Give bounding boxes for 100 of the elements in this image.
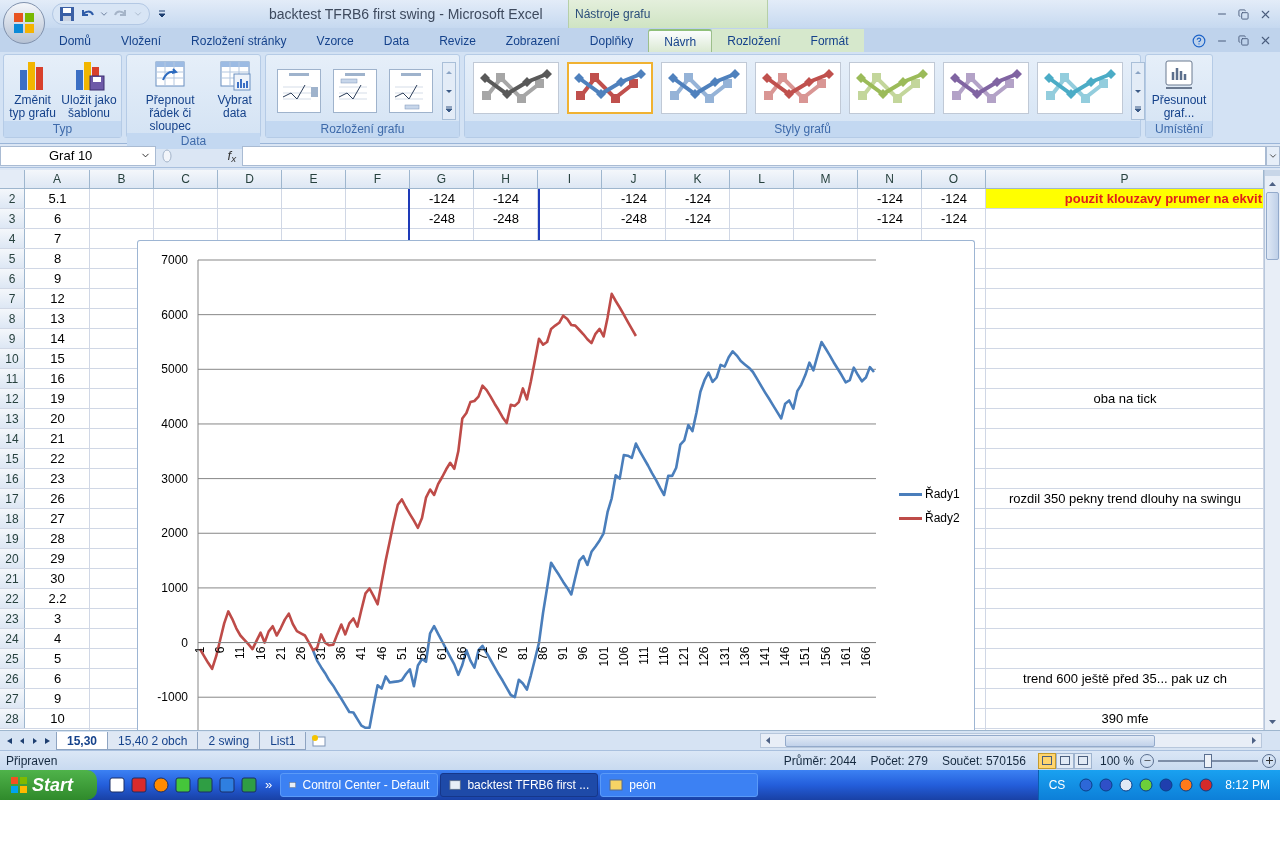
tray-icon[interactable] (1139, 778, 1154, 792)
table-cell[interactable]: -124 (858, 209, 922, 228)
resize-handle-icon[interactable] (162, 148, 172, 163)
table-cell[interactable]: 16 (25, 369, 90, 388)
row-header[interactable]: 25 (0, 649, 25, 668)
zoom-thumb[interactable] (1204, 753, 1212, 768)
tray-icon[interactable] (1099, 778, 1114, 792)
column-header[interactable]: H (474, 170, 538, 189)
table-cell[interactable]: 27 (25, 509, 90, 528)
column-header[interactable]: L (730, 170, 794, 189)
row-header[interactable]: 26 (0, 669, 25, 688)
column-header[interactable]: D (218, 170, 282, 189)
table-cell[interactable]: 8 (25, 249, 90, 268)
row-header[interactable]: 5 (0, 249, 25, 268)
table-cell[interactable]: 5 (25, 649, 90, 668)
customize-toolbar-icon[interactable] (158, 10, 166, 18)
table-cell[interactable]: 9 (25, 689, 90, 708)
column-header[interactable]: I (538, 170, 602, 189)
table-cell[interactable]: -124 (666, 209, 730, 228)
row-header[interactable]: 8 (0, 309, 25, 328)
row-header[interactable]: 20 (0, 549, 25, 568)
table-cell[interactable]: 22 (25, 449, 90, 468)
table-cell[interactable]: -124 (474, 189, 538, 208)
ribbon-button[interactable]: Přesunout graf... (1150, 58, 1208, 120)
ribbon-tab[interactable]: Vzorce (301, 29, 369, 52)
table-cell[interactable]: 29 (25, 549, 90, 568)
note-cell[interactable]: trend 600 ještě před 35... pak uz ch (986, 669, 1264, 688)
table-cell[interactable]: 30 (25, 569, 90, 588)
restore-icon[interactable] (1238, 35, 1249, 46)
chart-style-option[interactable] (943, 62, 1029, 114)
zoom-slider[interactable] (1158, 753, 1258, 768)
row-header[interactable]: 9 (0, 329, 25, 348)
row-header[interactable]: 15 (0, 449, 25, 468)
column-header[interactable]: J (602, 170, 666, 189)
row-header[interactable]: 14 (0, 429, 25, 448)
table-cell[interactable]: -248 (410, 209, 474, 228)
row-header[interactable]: 11 (0, 369, 25, 388)
row-header[interactable]: 27 (0, 689, 25, 708)
sheet-tab[interactable]: 15,30 (56, 731, 109, 750)
row-header[interactable]: 22 (0, 589, 25, 608)
gallery-scroll[interactable] (1131, 62, 1145, 120)
table-cell[interactable]: 10 (25, 709, 90, 728)
table-cell[interactable]: 9 (25, 269, 90, 288)
ribbon-button[interactable]: Změnit typ grafu (8, 58, 57, 120)
row-header[interactable]: 10 (0, 349, 25, 368)
table-cell[interactable]: 2.2 (25, 589, 90, 608)
ribbon-button[interactable]: Přepnout řádek či sloupec (131, 58, 210, 133)
table-cell[interactable]: 4 (25, 629, 90, 648)
table-cell[interactable]: 20 (25, 409, 90, 428)
zoom-level[interactable]: 100 % (1099, 751, 1134, 770)
row-header[interactable]: 19 (0, 529, 25, 548)
table-cell[interactable]: -124 (858, 189, 922, 208)
tray-icon[interactable] (1079, 778, 1094, 792)
app-shortcut-icon[interactable] (109, 777, 125, 793)
taskbar-button[interactable]: backtest TFRB6 first ... (440, 773, 599, 797)
column-header[interactable]: F (346, 170, 410, 189)
table-cell[interactable]: 15 (25, 349, 90, 368)
ribbon-button[interactable]: Vybrat data (213, 58, 256, 120)
tray-icon[interactable] (1179, 778, 1194, 792)
table-cell[interactable]: 7 (25, 229, 90, 248)
chart-style-option[interactable] (567, 62, 653, 114)
row-header[interactable]: 28 (0, 709, 25, 728)
ribbon-button[interactable]: Uložit jako šablonu (61, 58, 117, 120)
row-header[interactable]: 12 (0, 389, 25, 408)
name-box[interactable]: Graf 10 (0, 145, 156, 166)
taskbar-button[interactable]: Control Center - Default (280, 773, 439, 797)
table-cell[interactable]: 6 (25, 669, 90, 688)
column-header[interactable]: P (986, 170, 1264, 189)
row-header[interactable]: 3 (0, 209, 25, 228)
row-header[interactable]: 7 (0, 289, 25, 308)
table-cell[interactable]: -124 (922, 209, 986, 228)
row-header[interactable]: 17 (0, 489, 25, 508)
line-chart[interactable]: -1000 0 1000 2000 3000 4000 5000 6000 7000 1 6 11 16 21 26 31 36 41 46 51 56 61 66 71 76 81 86 91 96 101 106 111 116 121 126 131 136 141 146 151 156 161 166 Řady1 Řady2 (137, 240, 975, 730)
sheet-tab[interactable]: List1 (259, 731, 307, 750)
horizontal-scrollbar[interactable] (760, 733, 1262, 748)
row-header[interactable]: 2 (0, 189, 25, 208)
ribbon-tab[interactable]: Zobrazení (490, 29, 575, 52)
row-header[interactable]: 23 (0, 609, 25, 628)
table-cell[interactable]: -248 (602, 209, 666, 228)
column-header[interactable]: M (794, 170, 858, 189)
overflow-chevron[interactable]: » (265, 775, 273, 795)
restore-icon[interactable] (1238, 8, 1249, 20)
note-cell[interactable]: 390 mfe (986, 709, 1264, 728)
table-cell[interactable]: 14 (25, 329, 90, 348)
sheet-tab[interactable]: 15,40 2 obch (107, 731, 199, 750)
column-header[interactable]: B (90, 170, 154, 189)
ribbon-tab[interactable]: Doplňky (574, 29, 649, 52)
row-header[interactable]: 13 (0, 409, 25, 428)
row-header[interactable]: 16 (0, 469, 25, 488)
ribbon-tab[interactable]: Domů (44, 29, 106, 52)
table-cell[interactable]: -248 (474, 209, 538, 228)
table-cell[interactable]: 23 (25, 469, 90, 488)
table-cell[interactable]: 28 (25, 529, 90, 548)
column-header[interactable]: N (858, 170, 922, 189)
scroll-thumb[interactable] (1266, 192, 1279, 260)
close-icon[interactable] (1259, 34, 1272, 47)
caret-icon[interactable] (99, 9, 109, 19)
column-header[interactable]: O (922, 170, 986, 189)
vertical-scrollbar[interactable] (1264, 170, 1280, 730)
formula-input[interactable] (242, 145, 1266, 166)
